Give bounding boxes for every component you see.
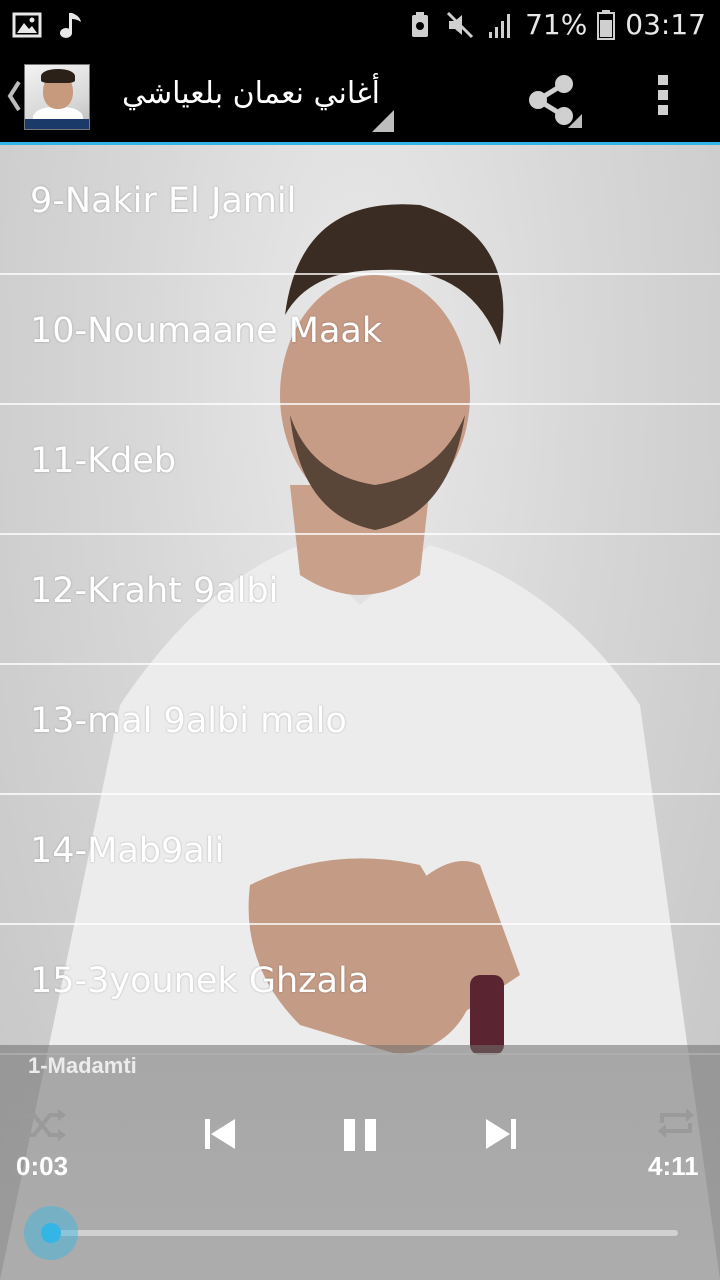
list-item[interactable]: 10-Noumaane Maak [0, 275, 720, 405]
share-dropdown-indicator [568, 114, 582, 128]
song-title: 11-Kdeb [30, 441, 177, 481]
song-title: 10-Noumaane Maak [30, 311, 383, 351]
next-icon[interactable] [484, 1117, 518, 1151]
list-item[interactable]: 9-Nakir El Jamil [0, 145, 720, 275]
song-title: 9-Nakir El Jamil [30, 181, 297, 221]
music-note-icon [60, 13, 81, 38]
status-bar: 71% 03:17 [0, 0, 720, 50]
total-duration: 4:11 [648, 1151, 699, 1181]
battery-saver-icon [412, 11, 429, 37]
song-title: 14-Mab9ali [30, 831, 225, 871]
shuffle-icon[interactable] [20, 1105, 68, 1145]
now-playing-title: 1-Madamti [28, 1053, 137, 1078]
song-title: 12-Kraht 9albi [30, 571, 279, 611]
mute-icon [447, 11, 474, 38]
list-item[interactable]: 14-Mab9ali [0, 795, 720, 925]
list-item[interactable]: 11-Kdeb [0, 405, 720, 535]
list-item[interactable]: 12-Kraht 9albi [0, 535, 720, 665]
more-vert-icon[interactable] [646, 72, 680, 122]
media-player: 1-Madamti 0:03 4:11 [0, 1045, 720, 1280]
pause-icon[interactable] [342, 1117, 378, 1153]
song-title: 13-mal 9albi malo [30, 701, 347, 741]
previous-icon[interactable] [203, 1117, 237, 1151]
battery-icon [597, 9, 616, 40]
notification-icons [12, 10, 86, 40]
elapsed-time: 0:03 [16, 1151, 69, 1181]
song-list: 9-Nakir El Jamil 10-Noumaane Maak 11-Kde… [0, 145, 720, 1055]
list-item[interactable]: 15-3younek Ghzala [0, 925, 720, 1055]
battery-percent: 71% [525, 8, 588, 41]
app-title[interactable]: أغاني نعمان بلعياشي [100, 72, 380, 116]
clock: 03:17 [625, 8, 706, 41]
song-title: 15-3younek Ghzala [30, 961, 370, 1001]
title-dropdown-indicator [372, 110, 394, 132]
chevron-left-icon[interactable] [6, 78, 22, 114]
system-status: 71% 03:17 [405, 8, 706, 41]
image-icon [12, 12, 42, 38]
seek-thumb[interactable] [24, 1206, 78, 1260]
list-item[interactable]: 13-mal 9albi malo [0, 665, 720, 795]
signal-icon [489, 13, 511, 38]
seek-bar[interactable] [48, 1230, 678, 1236]
action-bar: أغاني نعمان بلعياشي [0, 50, 720, 145]
app-logo[interactable] [24, 64, 90, 130]
repeat-icon[interactable] [656, 1103, 696, 1143]
